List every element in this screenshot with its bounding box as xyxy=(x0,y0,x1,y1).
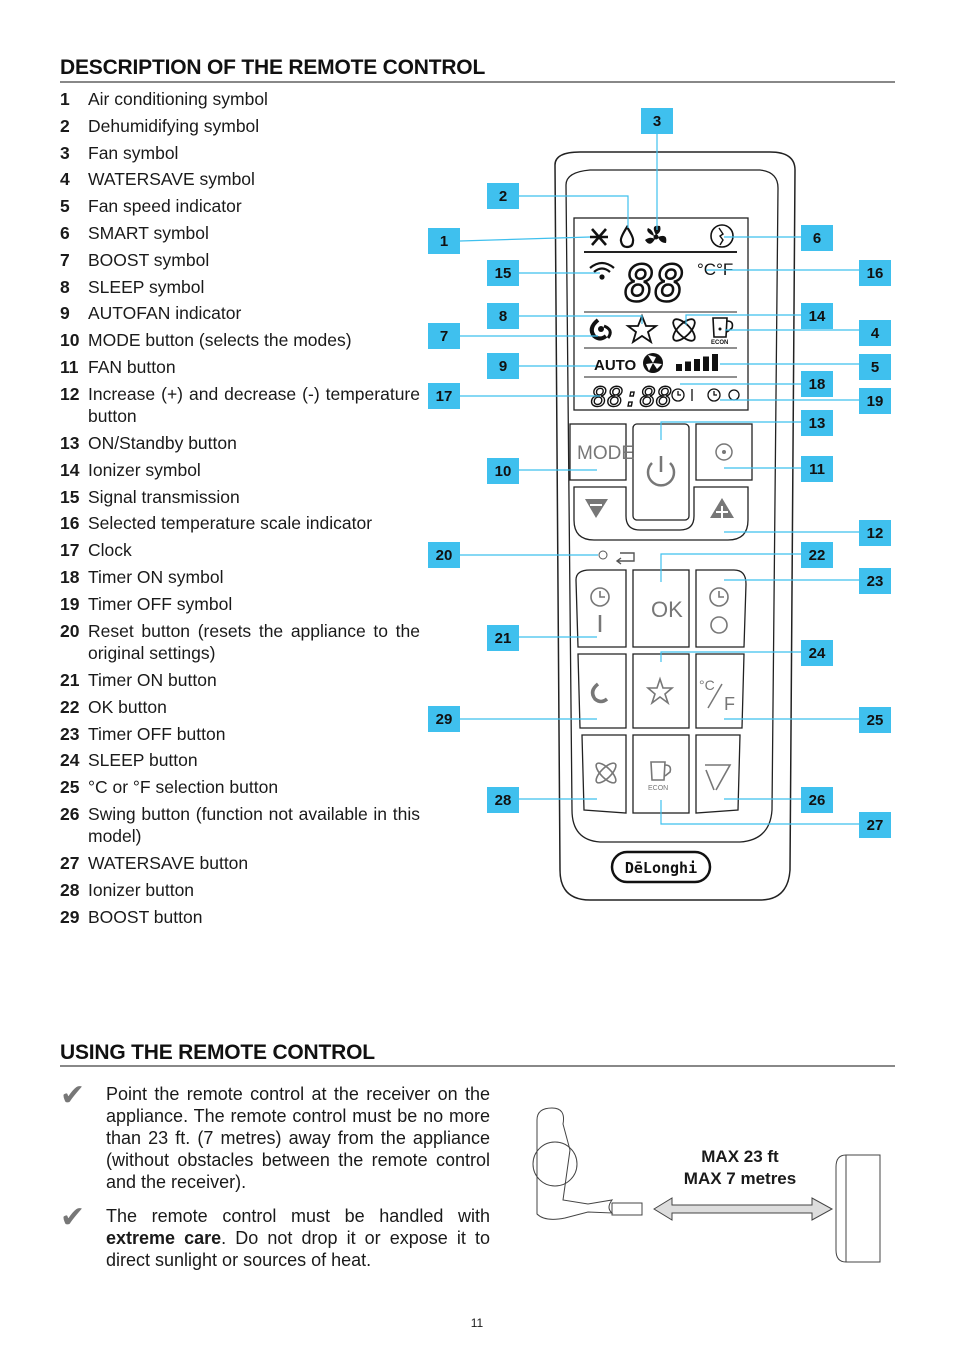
callout-6: 6 xyxy=(801,225,833,251)
callout-10: 10 xyxy=(487,458,519,484)
usage-bullet: ✔ The remote control must be handled wit… xyxy=(60,1201,490,1271)
brand-logo: DēLonghi xyxy=(625,859,697,877)
swing-button[interactable] xyxy=(695,734,741,814)
callout-15: 15 xyxy=(487,260,519,286)
svg-text:MODE: MODE xyxy=(577,443,634,464)
usage-bullet-text: The remote control must be handled with … xyxy=(106,1206,490,1270)
temp-digits: 88 xyxy=(624,255,684,313)
distance-label: MAX 23 ft MAX 7 metres xyxy=(660,1146,820,1190)
distance-feet: MAX 23 ft xyxy=(701,1147,779,1166)
callout-8: 8 xyxy=(487,303,519,329)
emphasis-text: extreme care xyxy=(106,1228,222,1248)
reset-arrow-icon xyxy=(615,552,635,565)
svg-text:F: F xyxy=(724,694,735,714)
remote-in-hand xyxy=(611,1202,643,1216)
distance-arrow xyxy=(653,1197,834,1221)
fan-speed-bar xyxy=(703,356,709,371)
callout-18: 18 xyxy=(801,371,833,397)
svg-text:OK: OK xyxy=(651,597,683,622)
callout-12: 12 xyxy=(859,520,891,546)
callout-20: 20 xyxy=(428,542,460,568)
fan-speed-bar xyxy=(685,361,691,371)
fan-speed-bar xyxy=(694,359,700,371)
callout-28: 28 xyxy=(487,787,519,813)
callout-7: 7 xyxy=(428,323,460,349)
checkmark-icon: ✔ xyxy=(60,1079,86,1112)
callout-24: 24 xyxy=(801,640,833,666)
callout-23: 23 xyxy=(859,568,891,594)
person-figure xyxy=(536,1107,614,1220)
usage-bullet-text: Point the remote control at the receiver… xyxy=(106,1084,490,1192)
using-heading: USING THE REMOTE CONTROL xyxy=(60,1041,375,1064)
auto-label: AUTO xyxy=(594,357,637,374)
callout-1: 1 xyxy=(428,228,460,254)
leader-line-1 xyxy=(459,236,591,242)
timer-off-button[interactable] xyxy=(695,569,747,648)
callout-5: 5 xyxy=(859,354,891,380)
clock-digits: 88:88 xyxy=(591,382,672,413)
svg-text:ECON: ECON xyxy=(648,785,668,792)
callout-17: 17 xyxy=(428,383,460,409)
callout-25: 25 xyxy=(859,707,891,733)
callout-11: 11 xyxy=(801,456,833,482)
callout-19: 19 xyxy=(859,388,891,414)
svg-text:°C: °C xyxy=(699,677,715,693)
usage-bullet: ✔ Point the remote control at the receiv… xyxy=(60,1079,490,1193)
callout-9: 9 xyxy=(487,353,519,379)
appliance-figure xyxy=(835,1154,881,1263)
callout-21: 21 xyxy=(487,625,519,651)
fan-speed-bar xyxy=(712,354,718,371)
callout-22: 22 xyxy=(801,542,833,568)
usage-bullets: ✔ Point the remote control at the receiv… xyxy=(60,1079,490,1283)
checkmark-icon: ✔ xyxy=(60,1201,86,1234)
svg-text:ECON: ECON xyxy=(711,340,728,346)
reset-button[interactable] xyxy=(598,550,608,560)
callout-26: 26 xyxy=(801,787,833,813)
fan-speed-bar xyxy=(676,364,682,371)
callout-3: 3 xyxy=(641,108,673,134)
callout-2: 2 xyxy=(487,183,519,209)
callout-14: 14 xyxy=(801,303,833,329)
callout-4: 4 xyxy=(859,320,891,346)
using-heading-rule xyxy=(60,1065,895,1067)
auto-fan-icon xyxy=(643,353,663,373)
distance-metres: MAX 7 metres xyxy=(683,1169,797,1188)
boost-button[interactable] xyxy=(577,653,627,729)
ionizer-button[interactable] xyxy=(581,734,627,814)
callout-13: 13 xyxy=(801,410,833,436)
page-number: 11 xyxy=(470,1316,484,1330)
callout-27: 27 xyxy=(859,812,891,838)
callout-16: 16 xyxy=(859,260,891,286)
callout-29: 29 xyxy=(428,706,460,732)
timer-on-button[interactable] xyxy=(575,569,627,648)
sleep-button[interactable] xyxy=(632,653,690,729)
